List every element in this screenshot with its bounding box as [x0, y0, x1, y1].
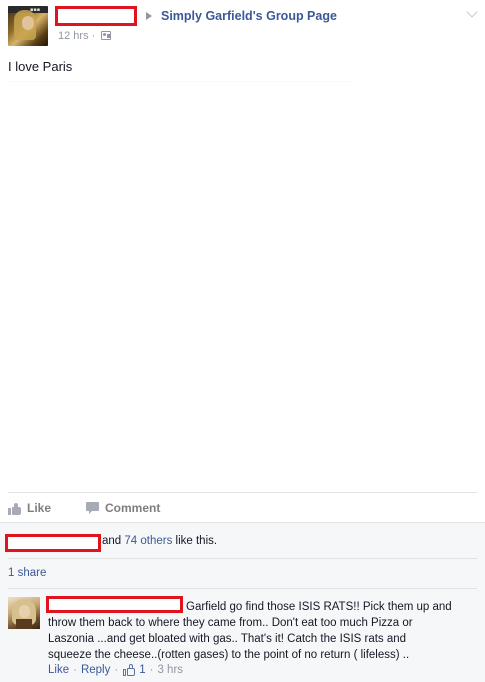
comment-line: throw them back to where they came from.…	[48, 617, 413, 629]
redacted-liker-name	[5, 534, 101, 552]
redacted-commenter-name	[46, 596, 183, 613]
likes-divider	[8, 558, 477, 559]
action-bar-divider	[8, 492, 477, 493]
post-options-chevron-icon[interactable]	[466, 6, 478, 18]
meta-separator: ·	[114, 664, 119, 676]
comment-button[interactable]: Comment	[86, 499, 160, 517]
likes-summary: and 74 others like this.	[102, 535, 217, 547]
commenter-avatar[interactable]	[8, 597, 40, 629]
group-page-link[interactable]: Simply Garfield's Group Page	[161, 9, 337, 23]
poster-avatar[interactable]: ▪▪▪	[8, 6, 48, 46]
meta-separator: ·	[73, 664, 77, 676]
thumbs-up-icon	[8, 502, 22, 515]
shared-to-arrow-icon	[146, 12, 152, 20]
post-timestamp[interactable]: 12 hrs ·	[58, 30, 95, 42]
share-count-link[interactable]: 1 share	[8, 567, 46, 579]
post-message: I love Paris	[8, 59, 73, 74]
comment-bubble-icon	[86, 502, 99, 514]
comment-button-label: Comment	[105, 501, 161, 515]
comment-timestamp[interactable]: 3 hrs	[157, 664, 183, 676]
like-button[interactable]: Like	[8, 499, 51, 517]
comment-line: Laszonia ...and get bloated with gas.. T…	[48, 633, 407, 645]
shares-divider	[8, 588, 477, 589]
comment-actions: Like · Reply · 1 · 3 hrs	[48, 664, 183, 676]
meta-separator: ·	[149, 664, 154, 676]
likes-others-link[interactable]: 74 others	[124, 535, 172, 547]
time-separator: ·	[91, 30, 96, 42]
redacted-poster-name	[55, 6, 137, 26]
comment-like-count-thumbs-up-icon[interactable]	[123, 664, 136, 676]
comment-like-link[interactable]: Like	[48, 664, 69, 676]
comment-reply-link[interactable]: Reply	[81, 664, 110, 676]
content-divider	[8, 81, 353, 82]
like-button-label: Like	[27, 501, 52, 515]
likes-suffix: like this.	[172, 535, 218, 547]
likes-prefix: and	[102, 535, 125, 547]
comment-line: squeeze the cheese..(rotten gases) to th…	[48, 649, 410, 661]
post-time[interactable]: 12 hrs	[58, 30, 89, 42]
feed-story: ▪▪▪ Simply Garfield's Group Page 12 hrs …	[0, 0, 485, 682]
group-audience-icon[interactable]	[101, 31, 111, 40]
comment-like-count[interactable]: 1	[139, 664, 145, 676]
